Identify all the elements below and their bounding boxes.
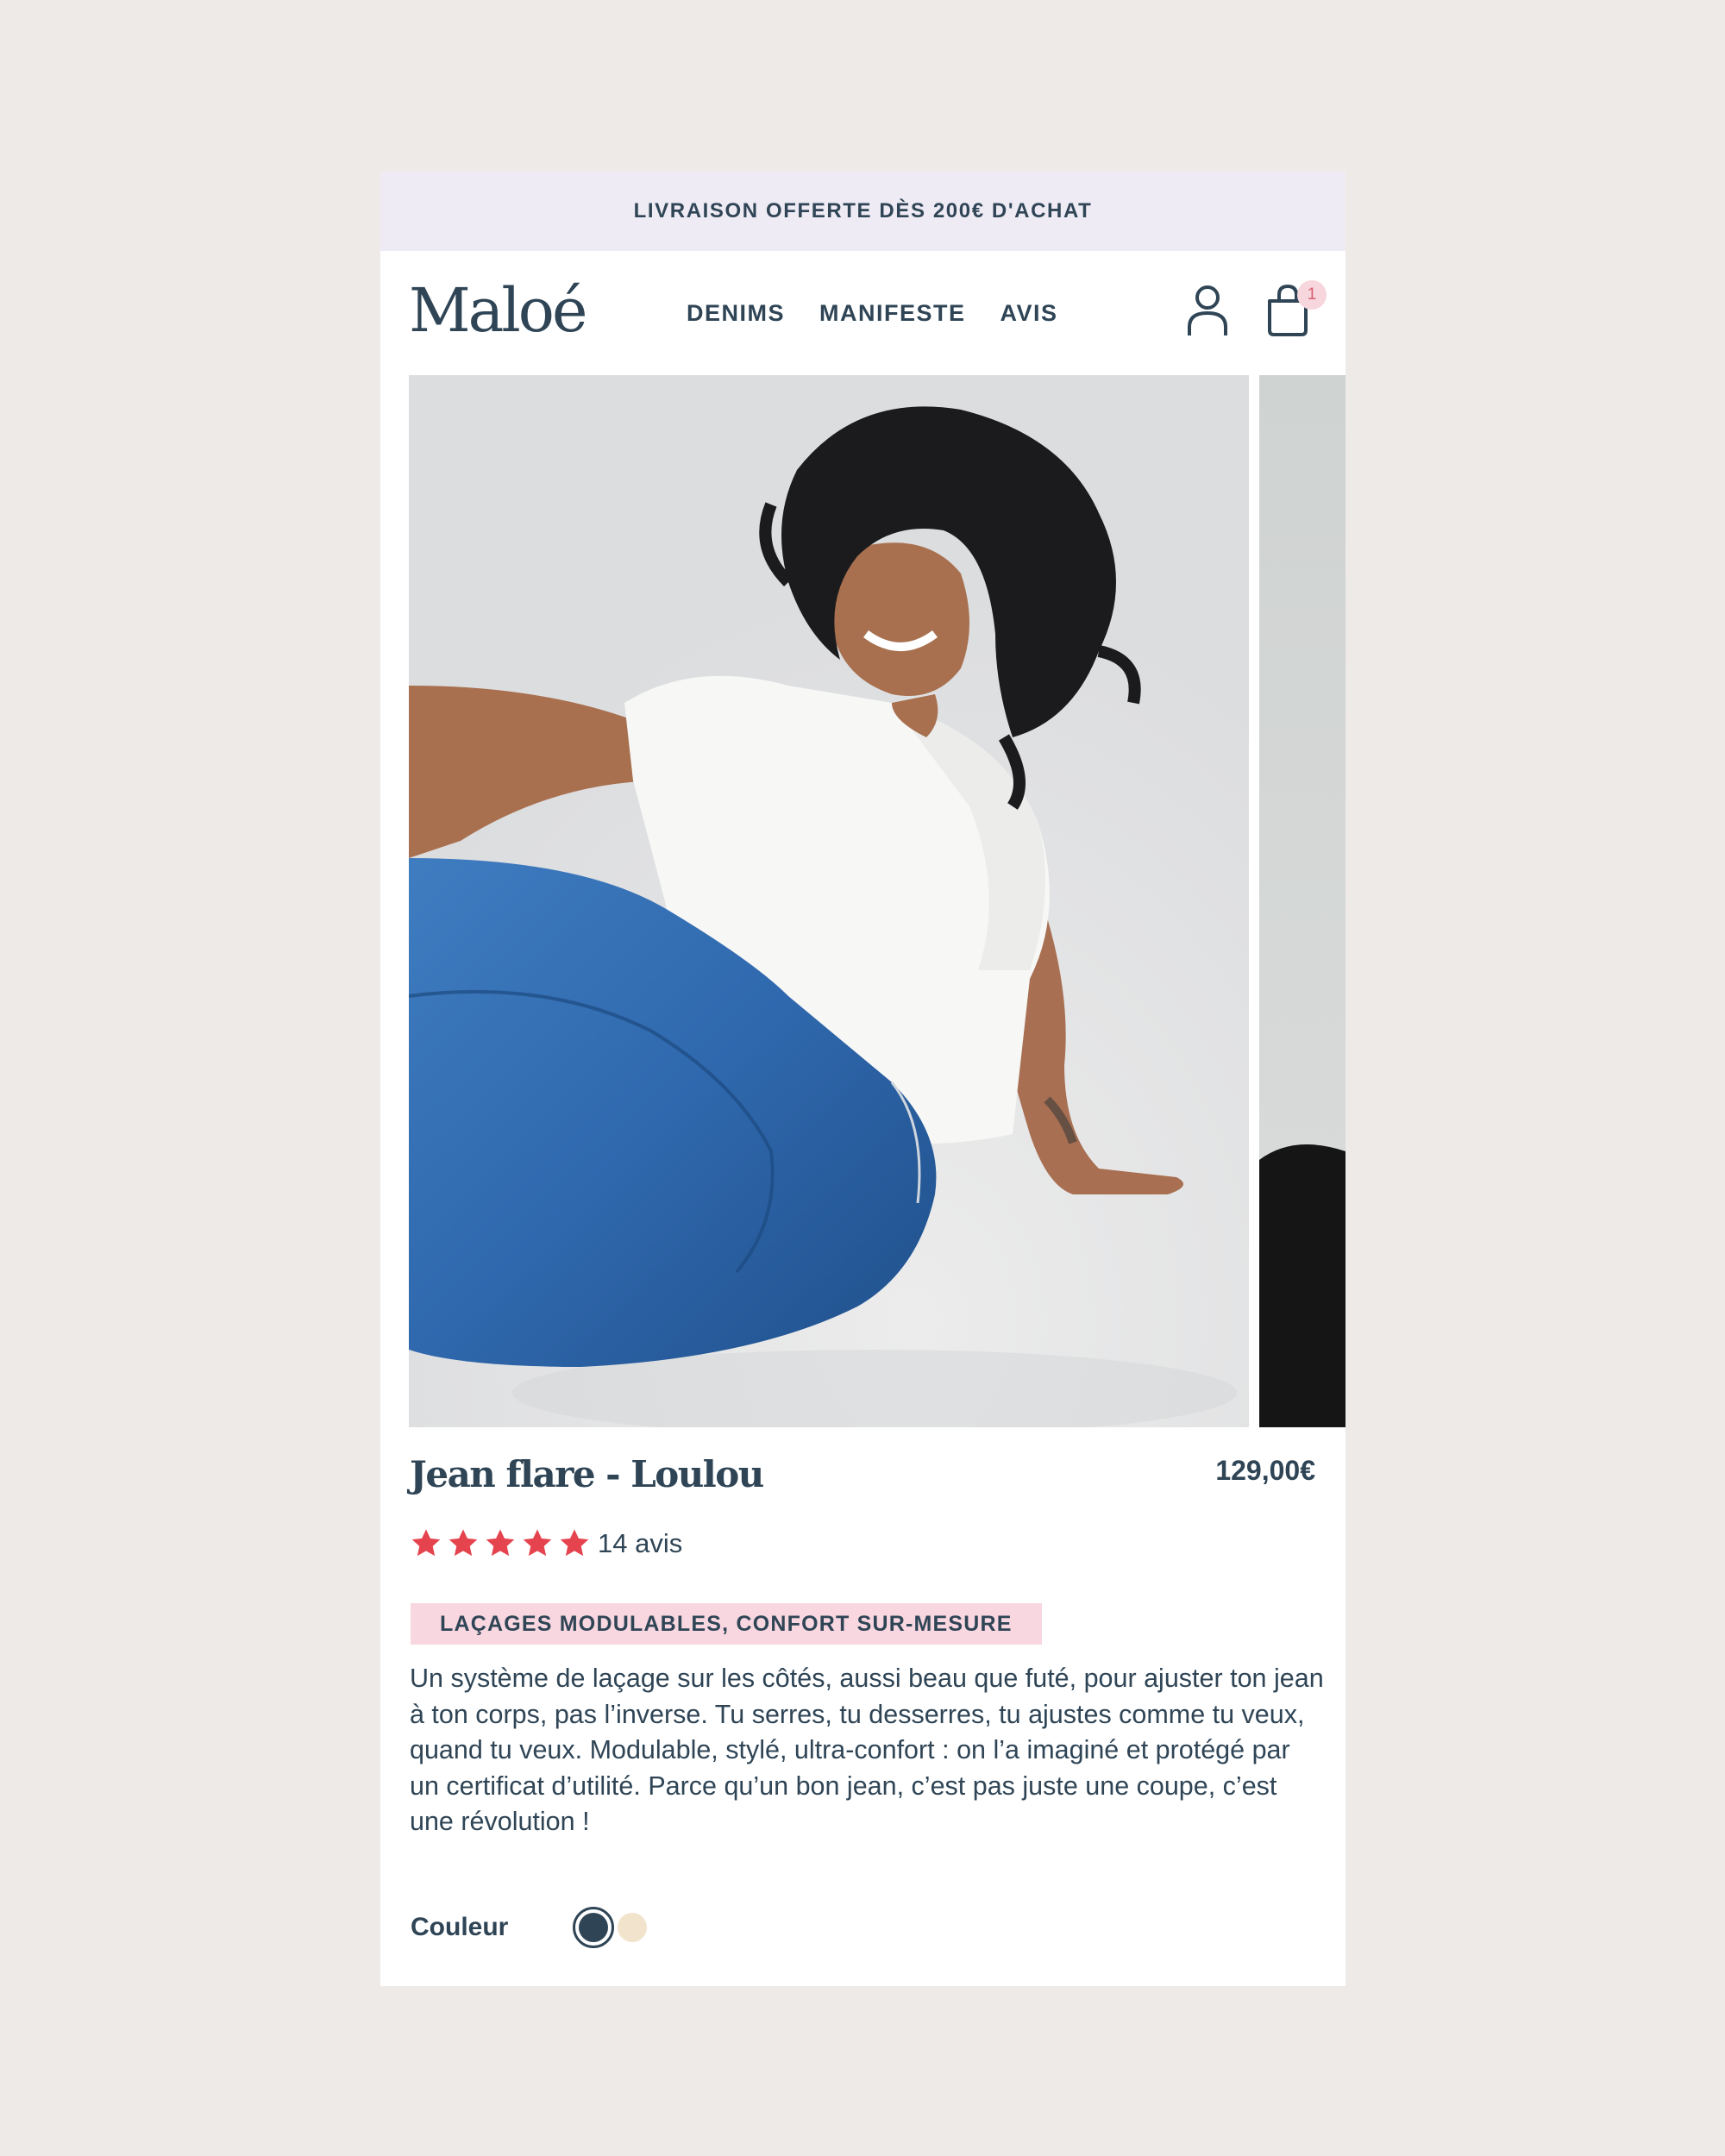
promo-text: LIVRAISON OFFERTE DÈS 200€ D'ACHAT (633, 199, 1093, 222)
account-icon[interactable] (1186, 284, 1229, 337)
reviews-count-link[interactable]: 14 avis (598, 1528, 682, 1559)
cart-button[interactable]: 1 (1264, 280, 1327, 339)
star-icon (486, 1529, 515, 1557)
nav-avis[interactable]: AVIS (1000, 298, 1058, 328)
color-swatch-navy-selected[interactable] (573, 1907, 614, 1948)
star-icon (448, 1529, 478, 1557)
nav-manifeste[interactable]: MANIFESTE (819, 298, 966, 328)
model-illustration (409, 375, 1249, 1427)
feature-badge-text: LAÇAGES MODULABLES, CONFORT SUR-MESURE (440, 1611, 1013, 1636)
main-nav: DENIMS MANIFESTE AVIS (687, 298, 1058, 328)
product-price: 129,00€ (1215, 1455, 1315, 1486)
cart-count-badge: 1 (1297, 280, 1327, 310)
color-swatch-cream[interactable] (618, 1913, 647, 1942)
product-rating[interactable]: 14 avis (410, 1527, 682, 1560)
brand-logo[interactable]: Maloé (409, 280, 587, 341)
star-icon (411, 1529, 441, 1557)
product-photo-next[interactable] (1259, 375, 1346, 1427)
color-selector: Couleur (411, 1907, 647, 1948)
product-title: Jean flare - Loulou (410, 1453, 764, 1495)
star-icon (560, 1529, 589, 1557)
color-label: Couleur (411, 1913, 509, 1941)
rating-stars (410, 1527, 591, 1560)
nav-denims[interactable]: DENIMS (687, 298, 785, 328)
feature-badge: LAÇAGES MODULABLES, CONFORT SUR-MESURE (411, 1603, 1042, 1645)
product-description: Un système de laçage sur les côtés, auss… (410, 1664, 1324, 1836)
product-photo-main[interactable] (409, 375, 1249, 1427)
next-photo-preview (1259, 1144, 1346, 1427)
site-header: Maloé DENIMS MANIFESTE AVIS 1 (380, 251, 1346, 375)
star-icon (523, 1529, 552, 1557)
product-gallery[interactable] (409, 375, 1346, 1427)
promo-banner: LIVRAISON OFFERTE DÈS 200€ D'ACHAT (380, 172, 1346, 251)
product-title-row: Jean flare - Loulou 129,00€ (410, 1453, 1315, 1505)
product-page: LIVRAISON OFFERTE DÈS 200€ D'ACHAT Maloé… (380, 172, 1346, 1986)
